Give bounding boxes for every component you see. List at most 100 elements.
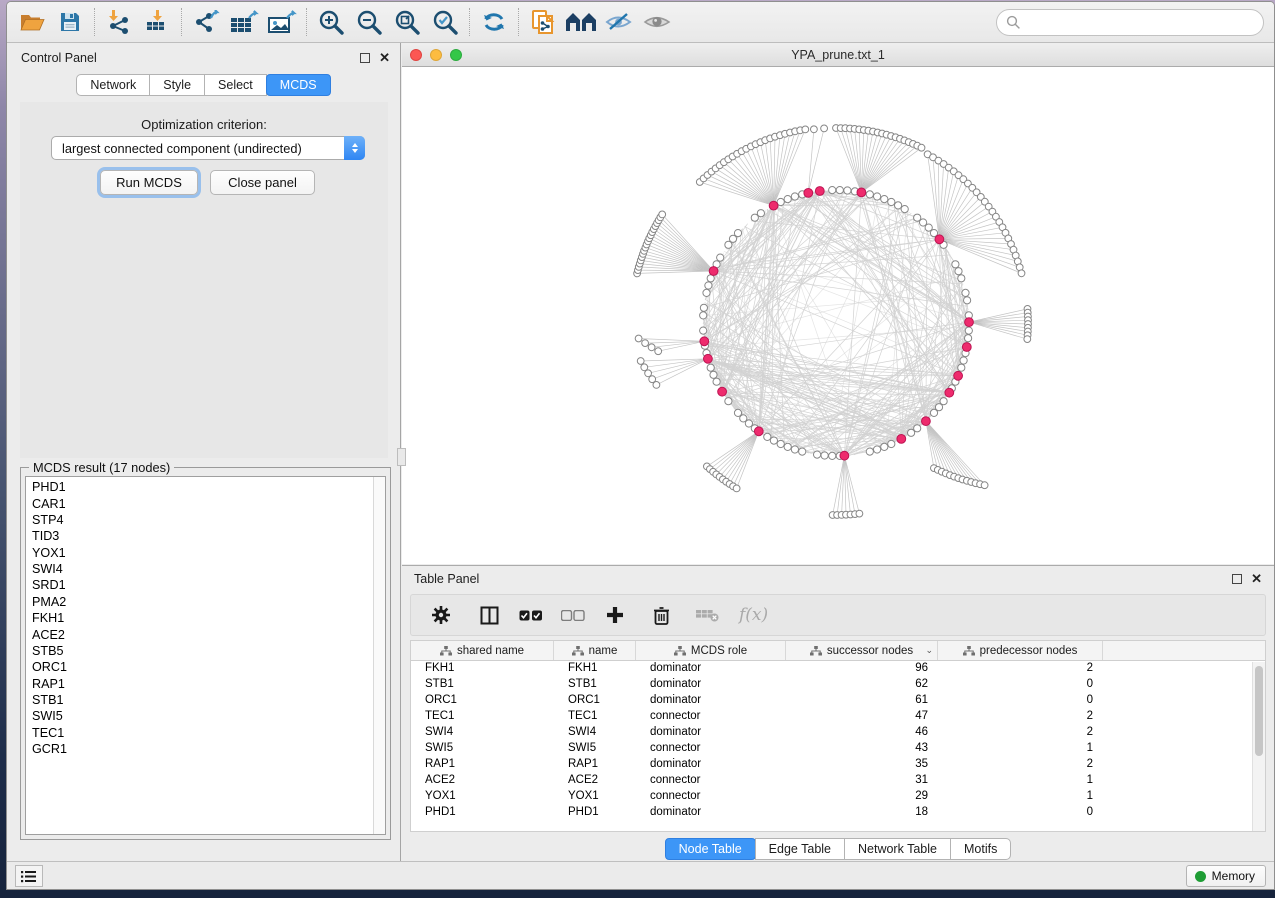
mcds-hub-node[interactable] bbox=[804, 189, 813, 198]
cell-successor-nodes[interactable]: 62 bbox=[786, 677, 938, 693]
ring-node[interactable] bbox=[888, 198, 895, 205]
mcds-hub-node[interactable] bbox=[935, 235, 944, 244]
cell-predecessor-nodes[interactable]: 2 bbox=[938, 709, 1103, 725]
cell-MCDS-role[interactable]: dominator bbox=[636, 757, 786, 773]
cell-MCDS-role[interactable]: connector bbox=[636, 709, 786, 725]
cell-name[interactable]: FKH1 bbox=[554, 661, 636, 677]
ring-node[interactable] bbox=[784, 196, 791, 203]
mcds-result-item[interactable]: STP4 bbox=[26, 512, 373, 528]
table-tab-edge-table[interactable]: Edge Table bbox=[755, 838, 845, 860]
cell-predecessor-nodes[interactable]: 2 bbox=[938, 725, 1103, 741]
mcds-result-item[interactable]: GCR1 bbox=[26, 741, 373, 757]
leaf-node[interactable] bbox=[641, 364, 648, 371]
ring-node[interactable] bbox=[958, 364, 965, 371]
zoom-in-button[interactable] bbox=[312, 6, 350, 38]
leaf-node[interactable] bbox=[659, 211, 666, 218]
cell-successor-nodes[interactable]: 61 bbox=[786, 693, 938, 709]
add-column-button[interactable] bbox=[599, 600, 631, 630]
mcds-hub-node[interactable] bbox=[700, 337, 709, 346]
mcds-result-item[interactable]: STB5 bbox=[26, 643, 373, 659]
network-view[interactable] bbox=[402, 67, 1271, 564]
optimization-criterion-select[interactable]: largest connected component (undirected) bbox=[51, 136, 365, 160]
ring-node[interactable] bbox=[700, 304, 707, 311]
ring-node[interactable] bbox=[700, 312, 707, 319]
zoom-selected-button[interactable] bbox=[426, 6, 464, 38]
refresh-layout-button[interactable] bbox=[475, 6, 513, 38]
table-row-YOX1[interactable]: YOX1YOX1connector291 bbox=[411, 789, 1265, 805]
tab-mcds[interactable]: MCDS bbox=[266, 74, 331, 96]
ring-node[interactable] bbox=[901, 206, 908, 213]
column-selector-button[interactable] bbox=[473, 600, 505, 630]
leaf-node[interactable] bbox=[918, 144, 925, 151]
ring-node[interactable] bbox=[888, 440, 895, 447]
tab-select[interactable]: Select bbox=[204, 74, 267, 96]
ring-node[interactable] bbox=[717, 254, 724, 261]
mcds-hub-node[interactable] bbox=[857, 188, 866, 197]
cell-successor-nodes[interactable]: 43 bbox=[786, 741, 938, 757]
cell-predecessor-nodes[interactable]: 0 bbox=[938, 677, 1103, 693]
ring-node[interactable] bbox=[713, 378, 720, 385]
open-session-button[interactable] bbox=[13, 6, 51, 38]
ring-node[interactable] bbox=[874, 193, 881, 200]
table-tab-motifs[interactable]: Motifs bbox=[950, 838, 1011, 860]
cell-name[interactable]: ACE2 bbox=[554, 773, 636, 789]
tab-style[interactable]: Style bbox=[149, 74, 205, 96]
ring-node[interactable] bbox=[829, 187, 836, 194]
mcds-hub-node[interactable] bbox=[954, 371, 963, 380]
cell-successor-nodes[interactable]: 29 bbox=[786, 789, 938, 805]
mcds-hub-node[interactable] bbox=[754, 427, 763, 436]
cell-name[interactable]: ORC1 bbox=[554, 693, 636, 709]
table-row-TEC1[interactable]: TEC1TEC1connector472 bbox=[411, 709, 1265, 725]
mcds-result-item[interactable]: SWI5 bbox=[26, 708, 373, 724]
table-row-STB1[interactable]: STB1STB1dominator620 bbox=[411, 677, 1265, 693]
cell-shared-name[interactable]: RAP1 bbox=[411, 757, 554, 773]
mcds-result-item[interactable]: STB1 bbox=[26, 692, 373, 708]
mcds-result-item[interactable]: CAR1 bbox=[26, 495, 373, 511]
ring-node[interactable] bbox=[955, 268, 962, 275]
mcds-result-item[interactable]: ACE2 bbox=[26, 626, 373, 642]
ring-node[interactable] bbox=[958, 275, 965, 282]
mcds-hub-node[interactable] bbox=[962, 343, 971, 352]
cell-MCDS-role[interactable]: connector bbox=[636, 789, 786, 805]
cell-shared-name[interactable]: SWI4 bbox=[411, 725, 554, 741]
tab-network[interactable]: Network bbox=[76, 74, 150, 96]
leaf-node[interactable] bbox=[637, 358, 644, 365]
leaf-node[interactable] bbox=[1018, 270, 1025, 277]
task-history-button[interactable] bbox=[15, 865, 43, 887]
cell-name[interactable]: SWI5 bbox=[554, 741, 636, 757]
ring-node[interactable] bbox=[751, 214, 758, 221]
ring-node[interactable] bbox=[764, 433, 771, 440]
ring-node[interactable] bbox=[836, 187, 843, 194]
cell-shared-name[interactable]: PHD1 bbox=[411, 805, 554, 821]
zoom-out-button[interactable] bbox=[350, 6, 388, 38]
ring-node[interactable] bbox=[914, 425, 921, 432]
ring-node[interactable] bbox=[964, 297, 971, 304]
ring-node[interactable] bbox=[965, 327, 972, 334]
settings-gear-button[interactable] bbox=[425, 600, 457, 630]
cell-shared-name[interactable]: ACE2 bbox=[411, 773, 554, 789]
cell-successor-nodes[interactable]: 18 bbox=[786, 805, 938, 821]
ring-node[interactable] bbox=[703, 289, 710, 296]
ring-node[interactable] bbox=[770, 437, 777, 444]
table-scrollbar[interactable] bbox=[1252, 662, 1265, 831]
cell-shared-name[interactable]: FKH1 bbox=[411, 661, 554, 677]
network-window-titlebar[interactable]: YPA_prune.txt_1 bbox=[402, 43, 1274, 67]
ring-node[interactable] bbox=[844, 187, 851, 194]
cell-successor-nodes[interactable]: 35 bbox=[786, 757, 938, 773]
hide-selected-button[interactable] bbox=[600, 6, 638, 38]
column-header-successor-nodes[interactable]: successor nodes⌄ bbox=[786, 641, 938, 660]
ring-node[interactable] bbox=[725, 398, 732, 405]
mcds-result-item[interactable]: PHD1 bbox=[26, 479, 373, 495]
cell-MCDS-role[interactable]: dominator bbox=[636, 661, 786, 677]
table-tab-network-table[interactable]: Network Table bbox=[844, 838, 951, 860]
close-panel-button[interactable]: Close panel bbox=[210, 170, 315, 195]
network-canvas[interactable] bbox=[402, 67, 1274, 564]
leaf-node[interactable] bbox=[642, 340, 649, 347]
mcds-hub-node[interactable] bbox=[840, 451, 849, 460]
cell-shared-name[interactable]: SWI5 bbox=[411, 741, 554, 757]
ring-node[interactable] bbox=[784, 443, 791, 450]
mcds-result-item[interactable]: PMA2 bbox=[26, 594, 373, 610]
cell-predecessor-nodes[interactable]: 0 bbox=[938, 805, 1103, 821]
ring-node[interactable] bbox=[777, 440, 784, 447]
leaf-node[interactable] bbox=[655, 348, 662, 355]
